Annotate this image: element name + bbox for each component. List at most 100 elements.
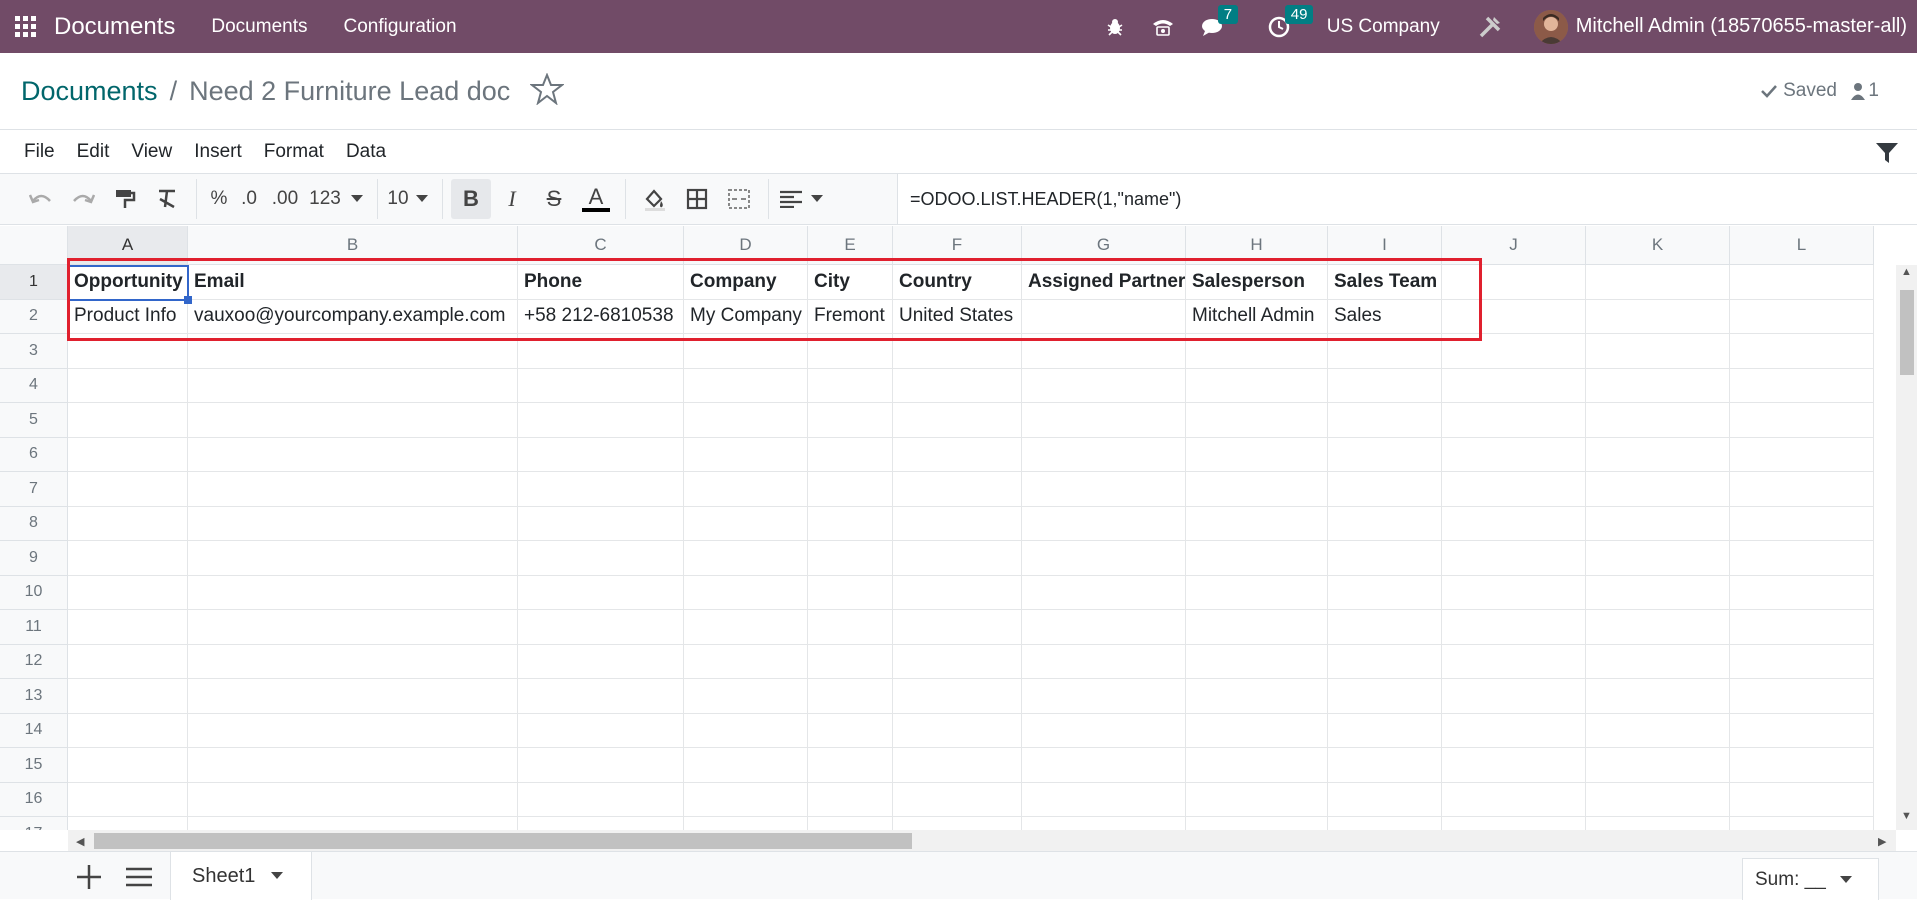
app-brand[interactable]: Documents [54, 13, 175, 41]
grid-cell[interactable] [893, 610, 1022, 645]
scroll-up-arrow-icon[interactable]: ▲ [1901, 266, 1912, 278]
activities-icon[interactable]: 49 [1268, 4, 1314, 38]
grid-cell[interactable] [1022, 575, 1186, 610]
grid-cell[interactable] [893, 506, 1022, 541]
grid-cell[interactable] [684, 506, 808, 541]
grid-cell[interactable] [68, 506, 188, 541]
row-header[interactable]: 7 [0, 472, 68, 507]
grid-cell[interactable] [518, 368, 684, 403]
row-header[interactable]: 2 [0, 299, 68, 334]
chevron-down-icon[interactable] [805, 179, 829, 219]
grid-cell[interactable] [1586, 575, 1730, 610]
scroll-down-arrow-icon[interactable]: ▼ [1901, 810, 1912, 822]
grid-cell[interactable] [1730, 679, 1874, 714]
grid-cell[interactable] [68, 610, 188, 645]
grid-corner[interactable] [0, 226, 68, 265]
grid-cell[interactable] [1022, 472, 1186, 507]
fill-color-icon[interactable] [634, 179, 676, 219]
grid-cell[interactable] [1328, 403, 1442, 438]
grid-cell[interactable] [1586, 265, 1730, 300]
grid-cell[interactable] [68, 748, 188, 783]
grid-cell[interactable] [1186, 644, 1328, 679]
grid-cell[interactable] [188, 782, 518, 817]
grid-cell[interactable] [68, 575, 188, 610]
grid-cell[interactable] [684, 368, 808, 403]
grid-cell[interactable] [518, 437, 684, 472]
grid-cell[interactable] [808, 713, 893, 748]
align-left-icon[interactable] [777, 179, 805, 219]
grid-cell[interactable] [1328, 472, 1442, 507]
grid-cell[interactable] [1186, 403, 1328, 438]
chevron-down-icon[interactable] [1839, 875, 1852, 884]
strikethrough-button[interactable]: S [533, 179, 575, 219]
menu-configuration[interactable]: Configuration [344, 16, 457, 38]
grid-cell[interactable] [808, 403, 893, 438]
grid-cell[interactable] [893, 575, 1022, 610]
phone-icon[interactable] [1151, 17, 1175, 37]
grid-cell[interactable] [893, 368, 1022, 403]
column-header[interactable]: L [1730, 226, 1874, 265]
grid-cell[interactable] [1328, 368, 1442, 403]
menu-insert[interactable]: Insert [194, 141, 242, 163]
grid-cell[interactable] [1328, 610, 1442, 645]
decrease-decimal-button[interactable]: .0 [233, 179, 265, 219]
menu-view[interactable]: View [131, 141, 172, 163]
grid-cell[interactable] [68, 817, 188, 830]
grid-cell[interactable] [684, 713, 808, 748]
grid-cell[interactable] [188, 541, 518, 576]
grid-cell[interactable] [518, 817, 684, 830]
grid-cell[interactable] [1586, 644, 1730, 679]
grid-cell[interactable] [1442, 437, 1586, 472]
grid-cell[interactable] [68, 782, 188, 817]
chevron-down-icon[interactable] [271, 872, 284, 880]
grid-cell[interactable] [893, 437, 1022, 472]
grid-cell[interactable] [893, 472, 1022, 507]
grid-cell[interactable] [68, 368, 188, 403]
grid-cell[interactable] [684, 610, 808, 645]
grid-cell[interactable] [1022, 748, 1186, 783]
grid-cell[interactable] [1022, 541, 1186, 576]
grid-cell[interactable] [1586, 368, 1730, 403]
grid-cell[interactable] [893, 713, 1022, 748]
grid-cell[interactable] [684, 679, 808, 714]
grid-cell[interactable] [1328, 541, 1442, 576]
grid-cell[interactable] [1586, 748, 1730, 783]
grid-cell[interactable] [808, 782, 893, 817]
grid-cell[interactable] [1730, 334, 1874, 369]
grid-cell[interactable] [68, 713, 188, 748]
grid-cell[interactable] [1730, 782, 1874, 817]
menu-data[interactable]: Data [346, 141, 386, 163]
row-header[interactable]: 11 [0, 610, 68, 645]
grid-cell[interactable] [1442, 679, 1586, 714]
grid-cell[interactable] [1186, 541, 1328, 576]
grid-cell[interactable] [893, 817, 1022, 830]
grid-cell[interactable] [1442, 817, 1586, 830]
scroll-left-arrow-icon[interactable]: ◀ [76, 835, 84, 848]
grid-cell[interactable] [684, 472, 808, 507]
grid-cell[interactable] [188, 368, 518, 403]
grid-cell[interactable] [808, 748, 893, 783]
grid-cell[interactable] [684, 644, 808, 679]
messages-icon[interactable]: 7 [1201, 4, 1239, 38]
grid-cell[interactable] [68, 472, 188, 507]
number-format-button[interactable]: 123 [305, 179, 345, 219]
font-size-select[interactable]: 10 [386, 179, 410, 219]
grid-cell[interactable] [893, 679, 1022, 714]
grid-cell[interactable] [1730, 437, 1874, 472]
grid-cell[interactable] [1022, 368, 1186, 403]
grid-cell[interactable] [1022, 679, 1186, 714]
grid-cell[interactable] [1442, 610, 1586, 645]
grid-cell[interactable] [684, 437, 808, 472]
grid-cell[interactable] [684, 575, 808, 610]
grid-cell[interactable] [684, 403, 808, 438]
grid-cell[interactable] [893, 748, 1022, 783]
filter-icon[interactable] [1875, 141, 1899, 170]
grid-cell[interactable] [808, 472, 893, 507]
grid-cell[interactable] [1186, 575, 1328, 610]
grid-cell[interactable] [808, 368, 893, 403]
row-header[interactable]: 8 [0, 506, 68, 541]
grid-cell[interactable] [68, 403, 188, 438]
menu-edit[interactable]: Edit [77, 141, 110, 163]
grid-cell[interactable] [1730, 575, 1874, 610]
chevron-down-icon[interactable] [410, 179, 434, 219]
